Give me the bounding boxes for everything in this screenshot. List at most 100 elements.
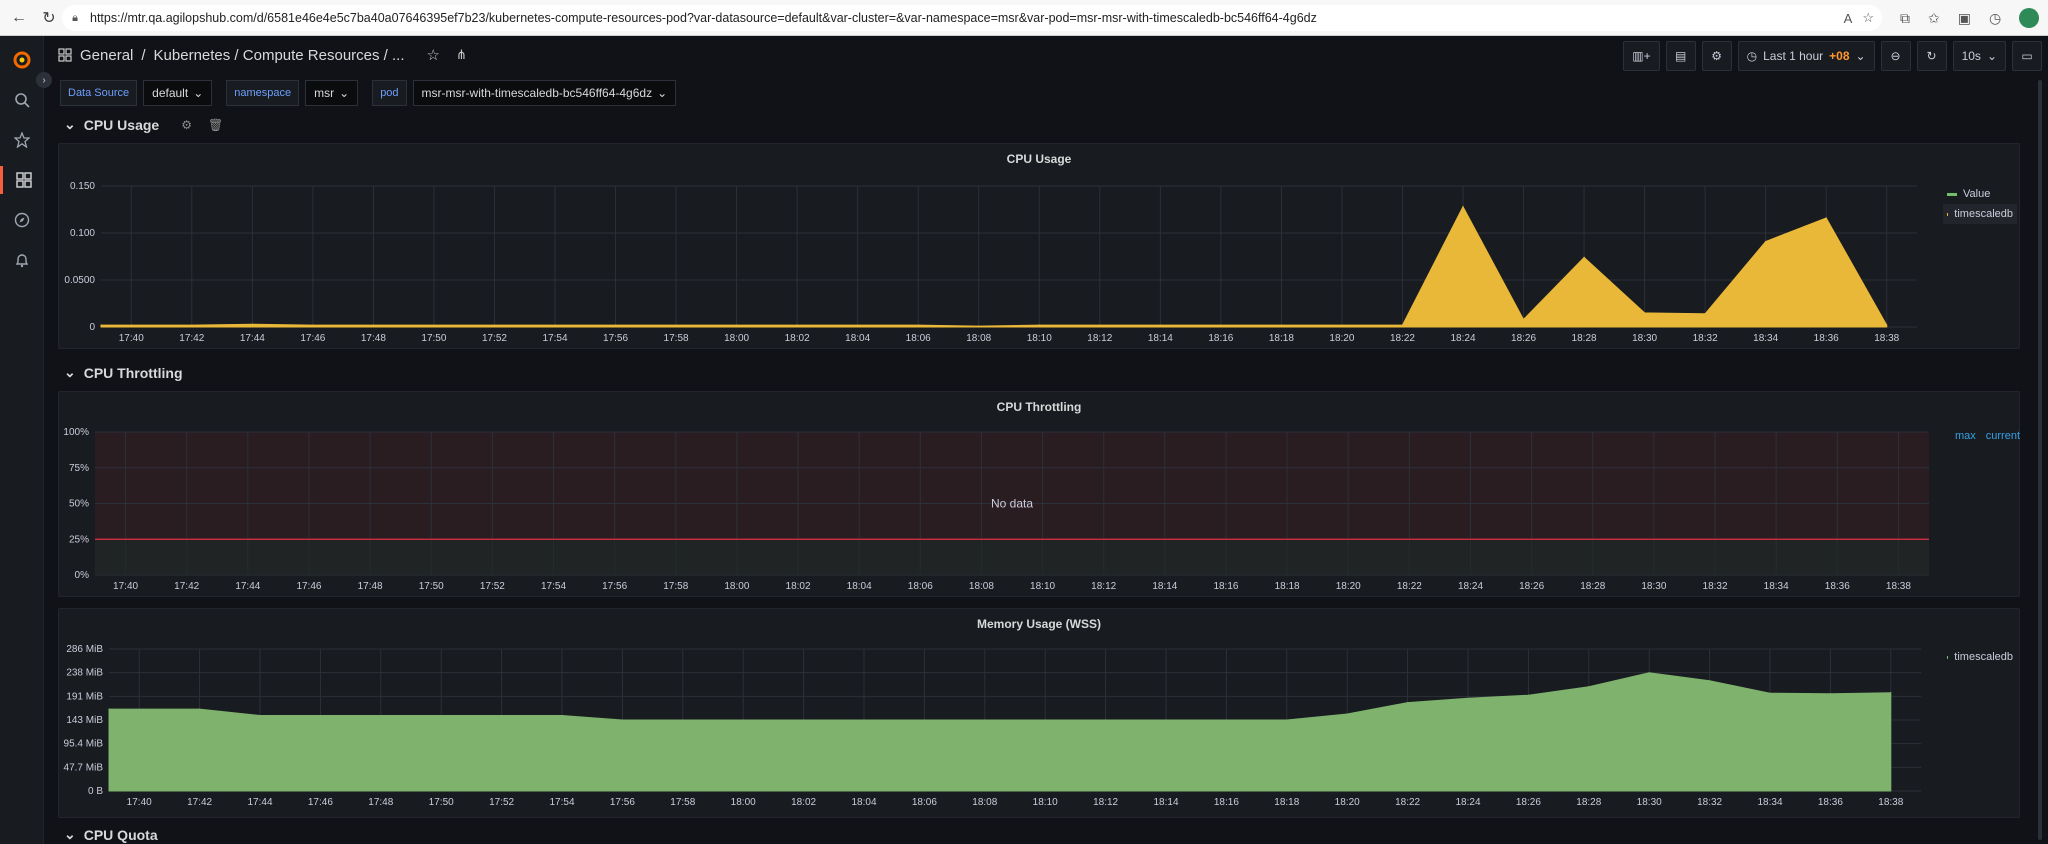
y-tick-label: 47.7 MiB [64,762,104,773]
variable-label-pod: pod [372,80,407,106]
row-delete-trash-icon[interactable]: 🗑︎ [208,118,223,132]
legend-column-max[interactable]: max [1955,430,1976,442]
alerting-bell-icon[interactable] [0,246,44,274]
reload-icon[interactable]: ↻ [38,7,60,29]
row-header-cpu-quota[interactable]: ⌄ CPU Quota [64,826,158,843]
view-mode-button[interactable]: ▭ [2012,41,2042,71]
data-point [501,714,503,717]
x-tick-label: 17:58 [664,333,689,344]
x-tick-label: 17:44 [235,581,260,592]
search-icon[interactable] [0,86,44,114]
row-header-cpu-usage[interactable]: ⌄ CPU Usage ⚙ 🗑︎ [64,116,223,133]
chevron-down-icon: ⌄ [1986,49,1997,63]
add-panel-button[interactable]: ▥+ [1623,41,1660,71]
y-tick-label: 0 [89,322,95,333]
data-point [1886,324,1888,326]
expand-sidebar-chevron-icon[interactable]: › [36,72,52,88]
time-picker-button[interactable]: ◷ Last 1 hour +08 ⌄ [1737,41,1875,71]
variable-select-pod[interactable]: msr-msr-with-timescaledb-bc546ff64-4g6dz… [412,80,677,106]
row-header-cpu-throttling[interactable]: ⌄ CPU Throttling [64,364,183,381]
page-scrollbar[interactable] [2038,80,2042,840]
dashboards-grid-icon [58,48,72,62]
browser-toolbar: ← ↻ 🔒︎ https://mtr.qa.agilopshub.com/d/6… [0,0,2048,36]
x-tick-label: 18:20 [1329,333,1354,344]
data-point [863,719,865,721]
favorite-star-icon[interactable]: ☆ [1862,10,1874,26]
profile-avatar[interactable] [2019,8,2040,28]
data-point [1467,697,1469,699]
dashboard-settings-button[interactable]: ⚙ [1701,41,1732,71]
url-text[interactable]: https://mtr.qa.agilopshub.com/d/6581e46e… [90,11,1317,25]
collections-icon[interactable]: ▣ [1958,10,1971,27]
starred-icon[interactable] [0,126,44,154]
x-tick-label: 17:56 [610,797,635,808]
row-title: CPU Quota [83,826,158,843]
x-tick-label: 18:22 [1390,333,1415,344]
star-dashboard-icon[interactable]: ☆ [427,46,440,64]
data-point [259,714,261,717]
back-arrow-icon[interactable]: ← [8,7,30,29]
dashboards-icon[interactable] [0,166,44,194]
threshold-region [95,539,1929,575]
x-tick-label: 17:58 [670,797,695,808]
data-point [1588,686,1590,688]
favorites-icon[interactable]: ✩ [1928,10,1940,27]
extensions-icon[interactable]: ⧉ [1900,10,1910,27]
breadcrumb-folder[interactable]: General [80,47,133,64]
data-point [1765,240,1767,243]
legend-item[interactable]: timescaledb [1943,204,2017,224]
x-tick-label: 17:48 [368,797,393,808]
data-point [796,324,798,326]
data-point [1825,217,1827,219]
dashboard-title[interactable]: Kubernetes / Compute Resources / ... [154,47,405,64]
chevron-down-icon: ⌄ [64,826,76,842]
address-bar[interactable]: 🔒︎ https://mtr.qa.agilopshub.com/d/6581e… [62,5,1882,31]
time-range-label: Last 1 hour [1763,49,1824,63]
refresh-button[interactable]: ↻ [1916,41,1947,71]
x-tick-label: 18:12 [1093,797,1118,808]
refresh-interval-label: 10s [1961,49,1981,63]
variable-select-datasource[interactable]: default ⌄ [143,80,213,106]
x-tick-label: 17:52 [489,797,514,808]
x-tick-label: 18:00 [731,797,756,808]
x-tick-label: 17:44 [247,797,272,808]
history-icon[interactable]: ◷ [1989,10,2001,27]
share-icon[interactable]: ⋔ [456,47,467,63]
x-tick-label: 17:42 [179,333,204,344]
refresh-interval-picker[interactable]: 10s ⌄ [1952,41,2006,71]
x-tick-label: 18:22 [1395,797,1420,808]
y-tick-label: 0.100 [70,228,95,239]
x-tick-label: 17:52 [480,581,505,592]
data-point [857,324,859,326]
legend-swatch [1947,212,1949,216]
x-tick-label: 18:30 [1637,797,1662,808]
explore-compass-icon[interactable] [0,206,44,234]
panel-cpu-usage[interactable]: CPU Usage 0 0.0500 0.100 0.150 17:40 17:42 17:… [58,143,2020,349]
panel-cpu-throttling[interactable]: CPU Throttling 0% 25% 50% 75% 100% 17:40 17:42… [58,391,2020,597]
data-point [1769,692,1771,694]
panel-memory-usage[interactable]: Memory Usage (WSS) 0 B 47.7 MiB 95.4 MiB 14… [58,608,2020,818]
legend-item[interactable]: Value [1943,184,2017,204]
legend-item[interactable]: timescaledb [1943,647,2017,667]
x-tick-label: 17:56 [603,333,628,344]
y-tick-label: 0% [75,570,90,581]
legend-label: timescaledb [1954,208,2013,220]
row-settings-gear-icon[interactable]: ⚙ [181,118,192,132]
save-dashboard-button[interactable]: ▤ [1665,41,1696,71]
x-tick-label: 18:02 [791,797,816,808]
data-point [191,324,193,326]
grafana-logo-icon[interactable] [0,46,44,74]
data-point [1044,719,1046,721]
x-tick-label: 17:40 [127,797,152,808]
chevron-down-icon: ⌄ [193,86,204,100]
read-aloud-icon[interactable]: A [1844,11,1853,26]
zoom-out-button[interactable]: ⊖ [1880,41,1911,71]
x-tick-label: 18:20 [1336,581,1361,592]
x-tick-label: 18:16 [1208,333,1233,344]
left-sidebar [0,36,44,844]
x-tick-label: 18:12 [1087,333,1112,344]
legend-column-current[interactable]: current [1986,430,2020,442]
y-tick-label: 75% [69,463,89,474]
x-tick-label: 18:06 [906,333,931,344]
variable-select-namespace[interactable]: msr ⌄ [305,80,359,106]
